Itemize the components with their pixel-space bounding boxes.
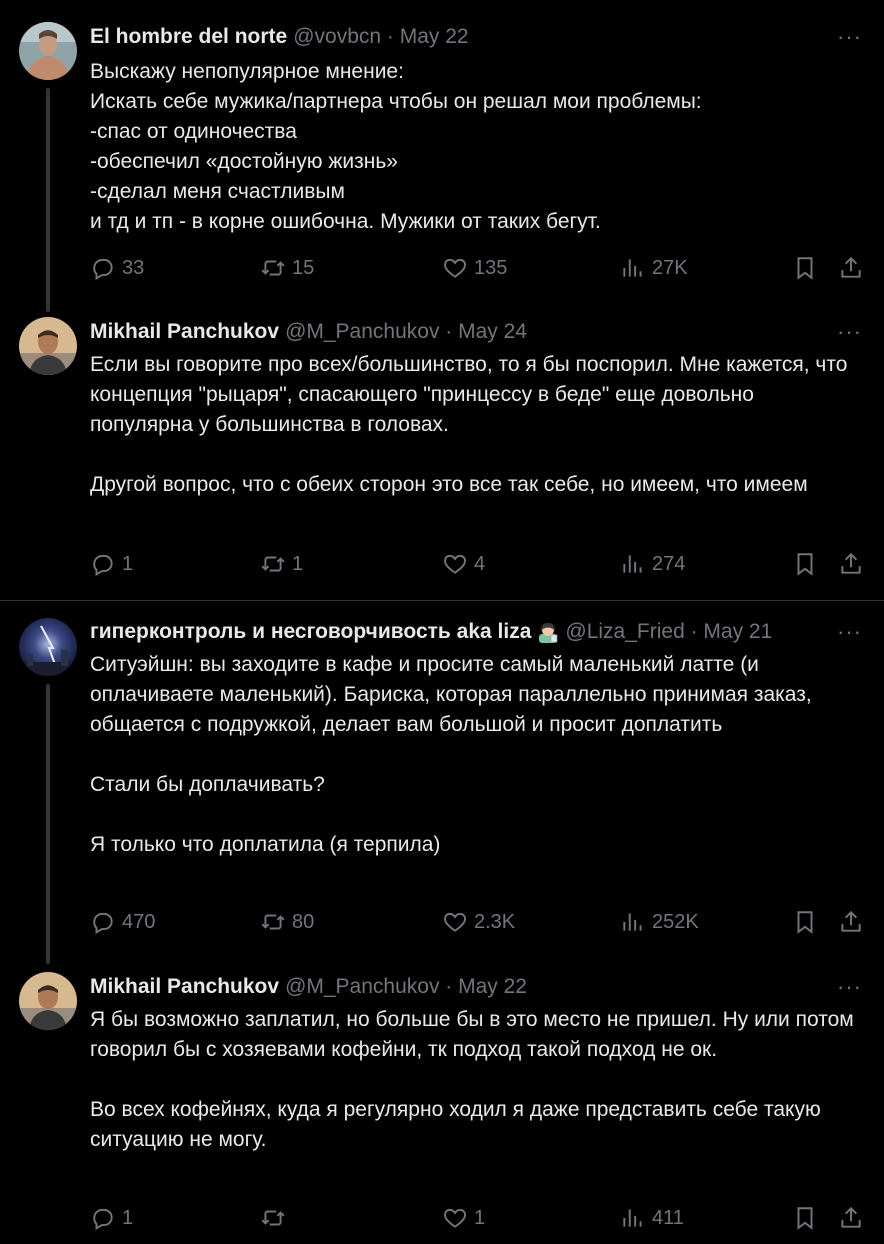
view-count: 252K — [652, 910, 699, 933]
share-icon — [841, 256, 861, 278]
action-bar: 1 1 4 274 — [90, 549, 864, 579]
more-options-icon[interactable]: ··· — [837, 317, 862, 347]
view-count: 274 — [652, 552, 686, 575]
reply-button[interactable]: 1 — [90, 1203, 133, 1233]
reply-count: 1 — [122, 1206, 134, 1229]
retweet-button[interactable] — [260, 1203, 292, 1233]
analytics-icon — [623, 259, 642, 277]
like-count: 4 — [474, 552, 486, 575]
more-options-icon[interactable]: ··· — [837, 617, 862, 647]
tweet-2[interactable]: Mikhail Panchukov @M_Panchukov · May 24 … — [0, 305, 884, 600]
like-count: 135 — [474, 256, 508, 279]
bookmark-icon — [797, 911, 813, 934]
tweet-3[interactable]: гиперконтроль и несговорчивость aka liza… — [0, 601, 884, 964]
tweet-header: Mikhail Panchukov @M_Panchukov · May 22 — [90, 972, 527, 1002]
retweet-icon — [261, 1210, 285, 1226]
bookmark-button[interactable] — [792, 907, 824, 937]
share-icon — [841, 910, 861, 932]
reply-count: 470 — [122, 910, 156, 933]
tweet-header: El hombre del norte @vovbcn · May 22 — [90, 22, 469, 52]
retweet-count: 15 — [292, 256, 315, 279]
tweet-header: гиперконтроль и несговорчивость aka liza… — [90, 617, 772, 647]
avatar[interactable] — [19, 618, 77, 676]
retweet-icon — [261, 914, 285, 930]
thread-line — [46, 684, 50, 964]
retweet-button[interactable]: 1 — [260, 549, 303, 579]
heart-icon — [444, 912, 466, 932]
share-button[interactable] — [838, 253, 870, 283]
retweet-count: 80 — [292, 910, 315, 933]
bookmark-button[interactable] — [792, 253, 824, 283]
tweet-text: Выскажу непопулярное мнение: Искать себе… — [90, 60, 702, 233]
share-button[interactable] — [838, 907, 870, 937]
action-bar: 470 80 2.3K 252K — [90, 907, 864, 937]
avatar[interactable] — [19, 22, 77, 80]
like-count: 1 — [474, 1206, 486, 1229]
retweet-button[interactable]: 15 — [260, 253, 314, 283]
handle-and-date[interactable]: @vovbcn · May 22 — [293, 25, 468, 49]
views-button[interactable]: 252K — [620, 907, 699, 937]
reply-icon — [93, 1208, 113, 1231]
retweet-icon — [261, 260, 285, 276]
handle-and-date[interactable]: @Liza_Fried · May 21 — [565, 620, 772, 644]
more-options-icon[interactable]: ··· — [837, 22, 862, 52]
view-count: 27K — [652, 256, 688, 279]
like-button[interactable]: 2.3K — [442, 907, 515, 937]
display-name[interactable]: Mikhail Panchukov — [90, 975, 279, 999]
tweet-text: Ситуэйшн: вы заходите в кафе и просите с… — [90, 653, 812, 856]
view-count: 411 — [652, 1206, 684, 1229]
bookmark-icon — [797, 553, 813, 576]
woman-office-worker-emoji-icon — [539, 623, 558, 643]
analytics-icon — [623, 1209, 642, 1227]
reply-button[interactable]: 33 — [90, 253, 144, 283]
action-bar: 33 15 135 27K — [90, 253, 864, 283]
heart-icon — [444, 554, 466, 574]
share-button[interactable] — [838, 1203, 870, 1233]
reply-count: 1 — [122, 552, 134, 575]
bookmark-icon — [797, 1207, 813, 1230]
like-button[interactable]: 1 — [442, 1203, 485, 1233]
bookmark-button[interactable] — [792, 549, 824, 579]
analytics-icon — [623, 555, 642, 573]
share-icon — [841, 552, 861, 574]
like-count: 2.3K — [474, 910, 516, 933]
like-button[interactable]: 4 — [442, 549, 485, 579]
reply-button[interactable]: 470 — [90, 907, 155, 937]
tweet-text: Если вы говорите про всех/большинство, т… — [90, 353, 848, 496]
bookmark-icon — [797, 257, 813, 280]
handle-and-date[interactable]: @M_Panchukov · May 24 — [285, 320, 527, 344]
display-name[interactable]: Mikhail Panchukov — [90, 320, 279, 344]
bookmark-button[interactable] — [792, 1203, 824, 1233]
reply-count: 33 — [122, 256, 145, 279]
share-icon — [841, 1206, 861, 1228]
heart-icon — [444, 1208, 466, 1228]
avatar[interactable] — [19, 317, 77, 375]
thread-line — [46, 88, 50, 312]
tweet-header: Mikhail Panchukov @M_Panchukov · May 24 — [90, 317, 527, 347]
reply-button[interactable]: 1 — [90, 549, 133, 579]
more-options-icon[interactable]: ··· — [837, 972, 862, 1002]
retweet-icon — [261, 556, 285, 572]
tweet-text: Я бы возможно заплатил, но больше бы в э… — [90, 1008, 854, 1151]
display-name[interactable]: El hombre del norte — [90, 25, 287, 49]
display-name[interactable]: гиперконтроль и несговорчивость aka liza — [90, 620, 531, 644]
tweet-4[interactable]: Mikhail Panchukov @M_Panchukov · May 22 … — [0, 961, 884, 1244]
tweet-1[interactable]: El hombre del norte @vovbcn · May 22 ···… — [0, 0, 884, 312]
action-bar: 1 1 411 — [90, 1203, 864, 1233]
share-button[interactable] — [838, 549, 870, 579]
reply-icon — [93, 554, 113, 577]
retweet-button[interactable]: 80 — [260, 907, 314, 937]
views-button[interactable]: 411 — [620, 1203, 684, 1233]
avatar[interactable] — [19, 972, 77, 1030]
like-button[interactable]: 135 — [442, 253, 507, 283]
views-button[interactable]: 27K — [620, 253, 688, 283]
analytics-icon — [623, 913, 642, 931]
heart-icon — [444, 258, 466, 278]
reply-icon — [93, 258, 113, 281]
reply-icon — [93, 912, 113, 935]
retweet-count: 1 — [292, 552, 304, 575]
handle-and-date[interactable]: @M_Panchukov · May 22 — [285, 975, 527, 999]
views-button[interactable]: 274 — [620, 549, 685, 579]
